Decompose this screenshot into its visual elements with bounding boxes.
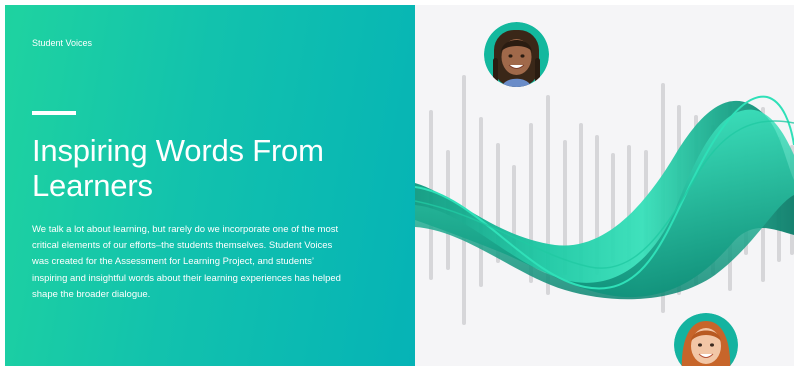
audio-bar [479,117,483,287]
student-avatar-bottom [674,313,738,366]
student-avatar-icon [484,22,549,87]
sound-wave-illustration [415,75,794,325]
page-edge [794,5,798,366]
accent-rule [32,111,76,115]
student-avatar-top [484,22,549,87]
page-title: Inspiring Words From Learners [32,133,324,203]
student-avatar-icon [674,313,738,366]
page: Student Voices Inspiring Words From Lear… [0,0,798,370]
hero-text-panel: Student Voices Inspiring Words From Lear… [5,5,415,366]
audio-bar [462,75,466,325]
intro-paragraph: We talk a lot about learning, but rarely… [32,224,341,300]
hero-illustration [415,5,794,366]
eyebrow-label: Student Voices [32,38,93,48]
